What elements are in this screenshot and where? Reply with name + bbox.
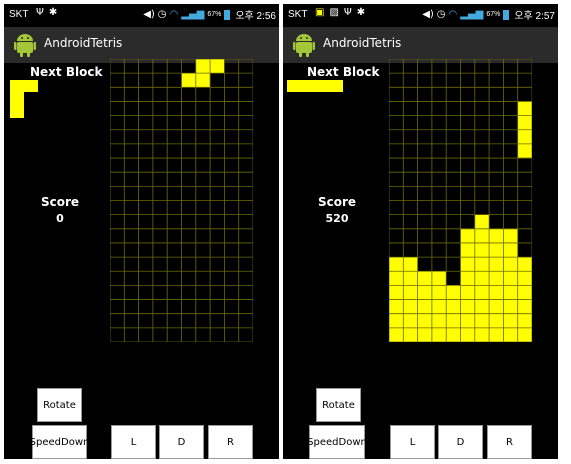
notification-icons: Ψ ✱ [36, 7, 57, 18]
volume-icon: ◀) [422, 9, 434, 20]
clock: 오후 2:56 [235, 11, 276, 22]
android-debug-icon: ✱ [356, 7, 366, 18]
board-block [195, 73, 211, 88]
alarm-icon: ◷ [157, 9, 167, 20]
system-icons: ◀) ◷ ◠ ▂▄▆ 67% 오후 2:57 [422, 7, 555, 22]
app-title: AndroidTetris [44, 36, 123, 50]
carrier-label: SKT [9, 9, 29, 20]
app-titlebar: AndroidTetris [283, 27, 558, 63]
score-value: 0 [56, 212, 64, 225]
speed-down-button[interactable]: SpeedDown [30, 425, 89, 459]
right-button[interactable]: R [487, 425, 532, 459]
notification-icons: ▣ ▨ Ψ ✱ [315, 7, 365, 18]
next-block-label: Next Block [30, 65, 103, 79]
image-icon: ▨ [329, 7, 339, 18]
signal-icon: ▂▄▆ [181, 9, 205, 20]
rotate-button[interactable]: Rotate [37, 388, 82, 422]
phone-screen-2: SKT ▣ ▨ Ψ ✱ ◀) ◷ ◠ ▂▄▆ 67% 오후 2:57 Andro… [283, 4, 558, 459]
down-button[interactable]: D [159, 425, 204, 459]
board-block [474, 214, 490, 342]
next-block-cell [287, 80, 343, 92]
android-app-icon [293, 34, 315, 57]
clock: 오후 2:57 [514, 11, 555, 22]
left-button[interactable]: L [390, 425, 435, 459]
rotate-button[interactable]: Rotate [316, 388, 361, 422]
volume-icon: ◀) [143, 9, 155, 20]
score-value: 520 [325, 212, 349, 225]
wifi-icon: ◠ [448, 9, 458, 20]
usb-icon: Ψ [343, 7, 352, 18]
speed-down-button[interactable]: SpeedDown [307, 425, 367, 459]
score-label: Score [40, 195, 80, 209]
android-debug-icon: ✱ [48, 7, 58, 18]
carrier-label: SKT [288, 9, 308, 20]
usb-icon: Ψ [36, 7, 44, 18]
wifi-icon: ◠ [169, 9, 179, 20]
battery-icon [503, 9, 510, 20]
app-title: AndroidTetris [323, 36, 402, 50]
board-block [210, 59, 225, 74]
system-icons: ◀) ◷ ◠ ▂▄▆ 67% 오후 2:56 [143, 7, 276, 22]
android-app-icon [14, 34, 36, 57]
down-button[interactable]: D [438, 425, 483, 459]
message-icon: ▣ [315, 7, 325, 18]
battery-percent: 67% [486, 11, 501, 18]
status-bar: SKT ▣ ▨ Ψ ✱ ◀) ◷ ◠ ▂▄▆ 67% 오후 2:57 [283, 4, 558, 27]
board-block [195, 59, 211, 74]
phone-screen-1: SKT Ψ ✱ ◀) ◷ ◠ ▂▄▆ 67% 오후 2:56 AndroidTe… [4, 4, 279, 459]
tetris-board [389, 59, 532, 342]
battery-icon [224, 9, 231, 20]
alarm-icon: ◷ [436, 9, 446, 20]
status-bar: SKT Ψ ✱ ◀) ◷ ◠ ▂▄▆ 67% 오후 2:56 [4, 4, 279, 27]
next-block-cell [10, 92, 24, 118]
next-block-cell [10, 80, 38, 92]
signal-icon: ▂▄▆ [460, 9, 484, 20]
score-label: Score [317, 195, 357, 209]
board-block [181, 73, 196, 88]
battery-percent: 67% [207, 11, 222, 18]
app-titlebar: AndroidTetris [4, 27, 279, 63]
right-button[interactable]: R [208, 425, 253, 459]
tetris-board [110, 59, 253, 342]
next-block-label: Next Block [307, 65, 380, 79]
left-button[interactable]: L [111, 425, 156, 459]
